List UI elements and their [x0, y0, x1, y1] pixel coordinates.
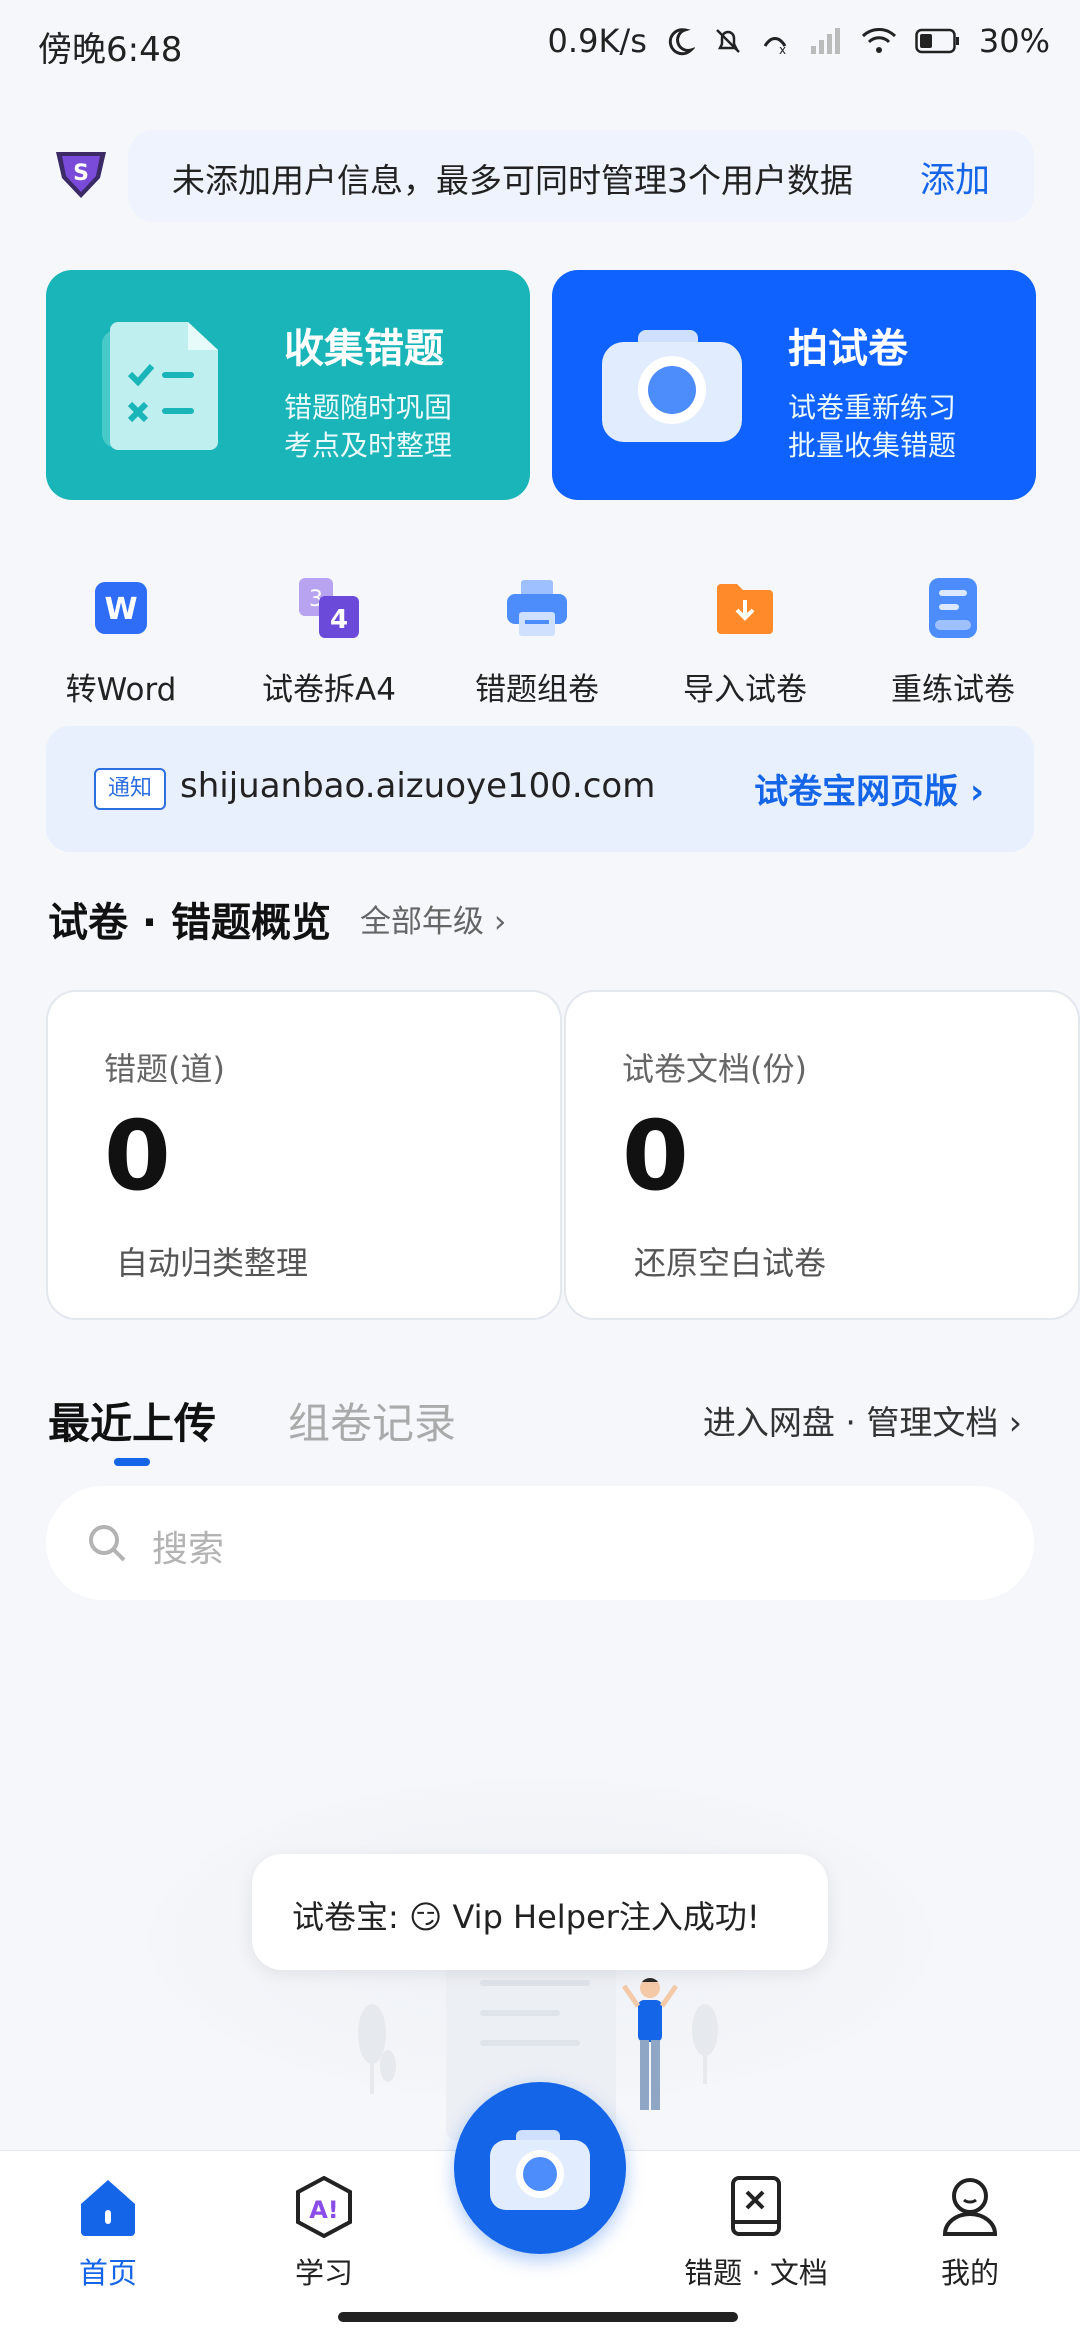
tab-compose-records[interactable]: 组卷记录: [288, 1390, 456, 1451]
camera-fab-button[interactable]: [454, 2082, 626, 2254]
tool-label: 重练试卷: [891, 672, 1015, 708]
tool-to-word[interactable]: W 转Word: [36, 576, 206, 709]
home-icon: [18, 2176, 198, 2242]
stat-desc: 自动归类整理: [116, 1244, 309, 1282]
stat-value: 0: [104, 1100, 171, 1212]
vip-crown-icon[interactable]: S: [50, 146, 112, 202]
gesture-home-bar[interactable]: [338, 2312, 738, 2322]
camera-icon: [490, 2128, 590, 2214]
notice-url: shijuanbao.aizuoye100.com: [180, 766, 656, 806]
battery-icon: [915, 28, 961, 54]
collect-mistakes-title: 收集错题: [284, 326, 444, 372]
svg-text:4: 4: [330, 605, 348, 635]
status-bar: 傍晚6:48 0.9K/s x 30%: [0, 0, 1080, 90]
tool-label: 试卷拆A4: [262, 672, 396, 708]
signal-icon: [809, 26, 843, 56]
ai-learn-icon: A!: [234, 2175, 414, 2242]
nav-label: 错题 · 文档: [684, 2256, 828, 2290]
network-speed: 0.9K/s: [547, 22, 647, 60]
mute-bell-icon: [713, 26, 743, 56]
nav-label: 学习: [294, 2256, 353, 2290]
tool-compose-paper[interactable]: 错题组卷: [452, 576, 622, 709]
person-illustration: [620, 1974, 680, 2134]
photo-paper-card[interactable]: 拍试卷 试卷重新练习 批量收集错题: [552, 270, 1036, 500]
svg-text:W: W: [104, 592, 137, 627]
wifi-icon: [861, 26, 897, 56]
svg-text:x: x: [779, 43, 786, 56]
photo-paper-sub1: 试卷重新练习: [788, 391, 957, 424]
search-placeholder: 搜索: [152, 1529, 225, 1570]
profile-icon: [880, 2176, 1060, 2242]
moon-icon: [665, 26, 695, 56]
stat-value: 0: [622, 1100, 689, 1212]
toast-text: 试卷宝: 😏 Vip Helper注入成功!: [292, 1898, 760, 1936]
tool-import-paper[interactable]: 导入试卷: [660, 576, 830, 709]
svg-text:A!: A!: [309, 2196, 339, 2224]
notice-tag: 通知: [94, 768, 166, 810]
user-info-text: 未添加用户信息，最多可同时管理3个用户数据: [172, 161, 853, 200]
collect-mistakes-card[interactable]: 收集错题 错题随时巩固 考点及时整理: [46, 270, 530, 500]
redo-paper-icon: [921, 576, 985, 640]
collect-mistakes-sub1: 错题随时巩固: [284, 391, 453, 424]
netdisk-link[interactable]: 进入网盘 · 管理文档 ›: [703, 1396, 1022, 1444]
web-version-link[interactable]: 试卷宝网页版 ›: [754, 764, 984, 813]
import-folder-icon: [713, 576, 777, 640]
word-icon: W: [89, 576, 153, 640]
nav-label: 首页: [78, 2256, 137, 2290]
nav-learn[interactable]: A! 学习: [234, 2175, 414, 2292]
camera-icon: [602, 326, 742, 442]
grade-filter[interactable]: 全部年级 ›: [360, 896, 506, 941]
photo-paper-title: 拍试卷: [788, 326, 908, 372]
mistakes-stat-card[interactable]: 错题(道) 0 自动归类整理: [46, 990, 562, 1320]
stat-label: 试卷文档(份): [622, 1050, 807, 1088]
mistake-book-icon: [666, 2176, 846, 2242]
add-user-button[interactable]: 添加: [920, 152, 990, 203]
tool-label: 转Word: [65, 672, 177, 708]
tool-split-a4[interactable]: 34 试卷拆A4: [244, 576, 414, 709]
tree-illustration: [356, 2004, 396, 2094]
papers-stat-card[interactable]: 试卷文档(份) 0 还原空白试卷: [564, 990, 1080, 1320]
split-a4-icon: 34: [297, 576, 361, 640]
nav-label: 我的: [940, 2256, 999, 2290]
tool-redo-paper[interactable]: 重练试卷: [868, 576, 1038, 709]
nav-mistakes-docs[interactable]: 错题 · 文档: [666, 2176, 846, 2292]
toast-message: 试卷宝: 😏 Vip Helper注入成功!: [252, 1854, 828, 1970]
printer-icon: [505, 576, 569, 640]
overview-title: 试卷 · 错题概览: [48, 900, 332, 946]
notice-bar[interactable]: 通知 shijuanbao.aizuoye100.com 试卷宝网页版 ›: [46, 726, 1034, 852]
tree-illustration: [690, 2004, 720, 2084]
stat-label: 错题(道): [104, 1050, 225, 1088]
collect-mistakes-sub2: 考点及时整理: [284, 429, 453, 462]
call-off-icon: x: [761, 26, 791, 56]
tool-label: 错题组卷: [475, 672, 599, 708]
tab-recent-upload[interactable]: 最近上传: [48, 1390, 216, 1451]
status-icons: 0.9K/s x 30%: [548, 22, 1050, 60]
svg-text:S: S: [73, 161, 89, 186]
search-input[interactable]: 搜索: [46, 1486, 1034, 1600]
tool-label: 导入试卷: [683, 672, 807, 708]
photo-paper-sub2: 批量收集错题: [788, 429, 957, 462]
status-time: 傍晚6:48: [38, 30, 183, 70]
tab-indicator: [114, 1458, 150, 1466]
stat-desc: 还原空白试卷: [634, 1244, 827, 1282]
user-info-banner: 未添加用户信息，最多可同时管理3个用户数据 添加: [128, 130, 1034, 222]
search-icon: [86, 1522, 128, 1568]
battery-percent: 30%: [978, 22, 1050, 60]
nav-home[interactable]: 首页: [18, 2176, 198, 2292]
nav-profile[interactable]: 我的: [880, 2176, 1060, 2292]
checklist-icon: [102, 316, 232, 456]
